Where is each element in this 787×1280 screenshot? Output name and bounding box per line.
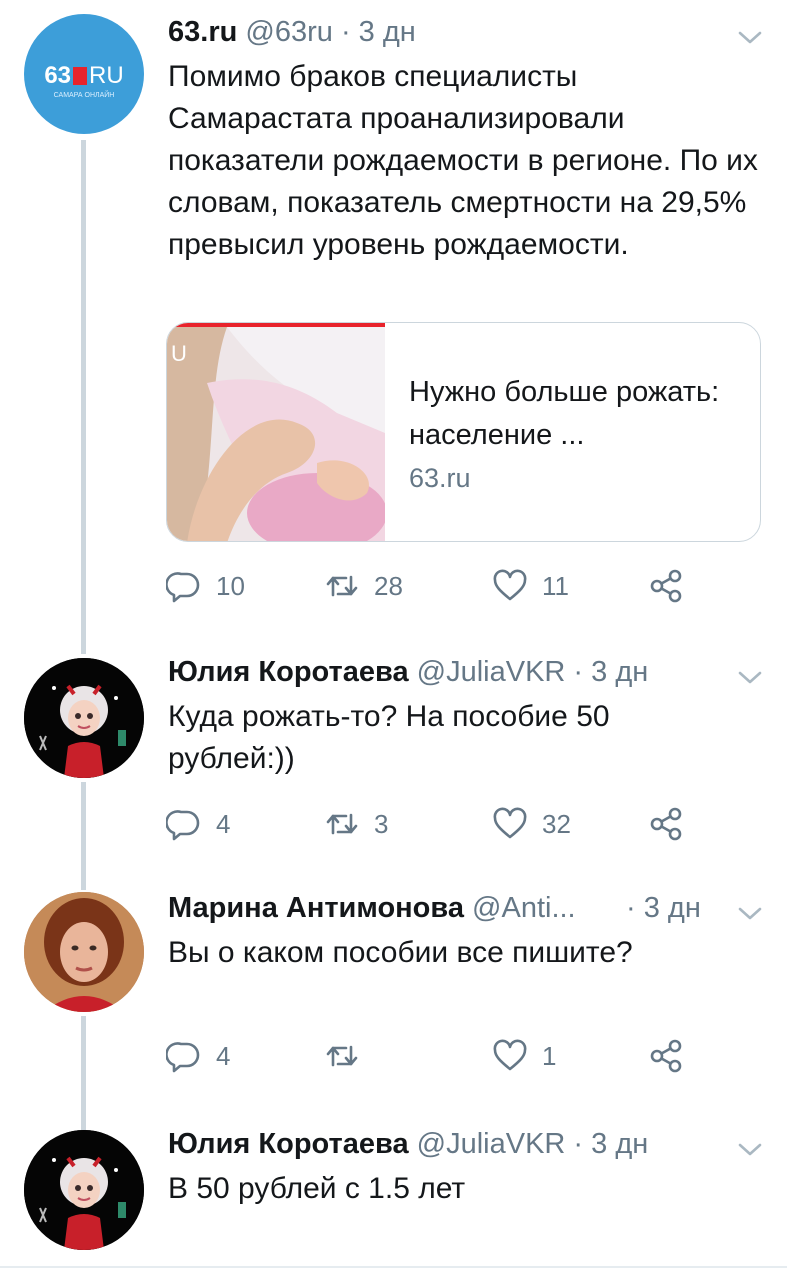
like-count: 32 (542, 808, 571, 839)
card-photo: U (167, 323, 385, 541)
logo-63: 63 (44, 62, 72, 89)
retweet-icon (324, 806, 360, 842)
tweet-text: Куда рожать-то? На пособие 50 рублей:)) (168, 700, 610, 775)
avatar-marina[interactable] (24, 892, 144, 1012)
chevron-down-icon[interactable] (735, 904, 765, 924)
share-button[interactable] (648, 566, 684, 606)
retweet-count: 28 (374, 570, 403, 601)
thread-line (81, 640, 86, 654)
timestamp[interactable]: 3 дн (359, 16, 416, 48)
like-count: 11 (542, 570, 569, 601)
heart-icon (492, 1038, 528, 1074)
like-button[interactable]: 11 (492, 566, 569, 606)
thread-line (81, 782, 86, 860)
tweet-reply-3[interactable]: Юлия Коротаева @JuliaVKR · 3 дн В 50 руб… (0, 1116, 787, 1266)
separator-dot: · (573, 656, 584, 688)
like-count: 1 (542, 1040, 557, 1071)
chevron-down-icon[interactable] (735, 28, 765, 48)
svg-text:U: U (171, 341, 187, 366)
tweet-header: Юлия Коротаева @JuliaVKR · 3 дн (168, 654, 648, 690)
reply-count: 10 (216, 570, 245, 601)
separator-dot: · (573, 1128, 584, 1160)
tweet-reply-2[interactable]: Марина Антимонова @Anti... · 3 дн Вы о к… (0, 860, 787, 1116)
thread-line (81, 1016, 86, 1116)
reply-button[interactable]: 4 (166, 804, 230, 844)
retweet-icon (324, 568, 360, 604)
avatar-photo (24, 892, 144, 1012)
retweet-icon (324, 1038, 360, 1074)
user-handle[interactable]: @63ru (245, 16, 332, 48)
timestamp[interactable]: 3 дн (591, 656, 648, 688)
user-handle[interactable]: @JuliaVKR (417, 656, 566, 688)
avatar-logo: 63 RU (34, 62, 134, 90)
avatar-cartoon (24, 1130, 144, 1250)
action-bar: 10 28 11 (166, 566, 706, 606)
reply-icon (166, 568, 202, 604)
avatar-63ru[interactable]: 63 RU САМАРА ОНЛАЙН (24, 14, 144, 134)
card-domain: 63.ru (409, 463, 471, 493)
reply-button[interactable]: 10 (166, 566, 245, 606)
user-handle[interactable]: @JuliaVKR (417, 1128, 566, 1160)
retweet-button[interactable]: 28 (324, 566, 403, 606)
timestamp[interactable]: 3 дн (644, 892, 701, 924)
tweet-reply-1[interactable]: Юлия Коротаева @JuliaVKR · 3 дн Куда рож… (0, 640, 787, 860)
display-name[interactable]: Марина Антимонова (168, 892, 464, 924)
share-button[interactable] (648, 1036, 684, 1076)
retweet-button[interactable]: 3 (324, 804, 388, 844)
action-bar: 4 1 (166, 1036, 706, 1076)
share-icon (648, 568, 684, 604)
avatar-julia[interactable] (24, 1130, 144, 1250)
link-card[interactable]: U Нужно больше рожать: население ... 63.… (166, 322, 761, 542)
timestamp[interactable]: 3 дн (591, 1128, 648, 1160)
chevron-down-icon[interactable] (735, 668, 765, 688)
tweet-text: Вы о каком пособии все пишите? (168, 936, 633, 969)
display-name[interactable]: Юлия Коротаева (168, 656, 409, 688)
avatar-logo-subtitle: САМАРА ОНЛАЙН (53, 92, 115, 99)
like-button[interactable]: 1 (492, 1036, 556, 1076)
user-handle[interactable]: @Anti... (472, 892, 576, 924)
action-bar: 4 3 32 (166, 804, 706, 844)
card-title: Нужно больше рожать: население ... (409, 376, 720, 451)
share-icon (648, 806, 684, 842)
display-name[interactable]: Юлия Коротаева (168, 1128, 409, 1160)
avatar-cartoon (24, 658, 144, 778)
heart-icon (492, 806, 528, 842)
reply-count: 4 (216, 1040, 231, 1071)
separator-dot: · (626, 892, 636, 924)
logo-red-square (73, 67, 88, 85)
separator-dot: · (340, 16, 351, 48)
reply-button[interactable]: 4 (166, 1036, 230, 1076)
avatar-julia[interactable] (24, 658, 144, 778)
like-button[interactable]: 32 (492, 804, 571, 844)
tweet-text: В 50 рублей с 1.5 лет (168, 1172, 466, 1205)
logo-ru: RU (89, 62, 124, 89)
thread-line (81, 140, 86, 640)
tweet-63ru[interactable]: 63 RU САМАРА ОНЛАЙН 63.ru @63ru · 3 дн По… (0, 0, 787, 640)
tweet-header-time: · 3 дн (626, 890, 701, 926)
reply-icon (166, 1038, 202, 1074)
chevron-down-icon[interactable] (735, 1140, 765, 1160)
retweet-button[interactable] (324, 1036, 374, 1076)
reply-count: 4 (216, 808, 231, 839)
share-button[interactable] (648, 804, 684, 844)
retweet-count: 3 (374, 808, 389, 839)
card-image: U (167, 323, 385, 541)
thread-line (81, 1116, 86, 1130)
tweet-header: Юлия Коротаева @JuliaVKR · 3 дн (168, 1126, 648, 1162)
divider (0, 1266, 787, 1268)
tweet-header: 63.ru @63ru · 3 дн (168, 14, 416, 50)
display-name[interactable]: 63.ru (168, 16, 237, 48)
reply-icon (166, 806, 202, 842)
heart-icon (492, 568, 528, 604)
thread-line (81, 860, 86, 890)
share-icon (648, 1038, 684, 1074)
tweet-text: Помимо браков специалисты Самарастата пр… (168, 60, 758, 261)
